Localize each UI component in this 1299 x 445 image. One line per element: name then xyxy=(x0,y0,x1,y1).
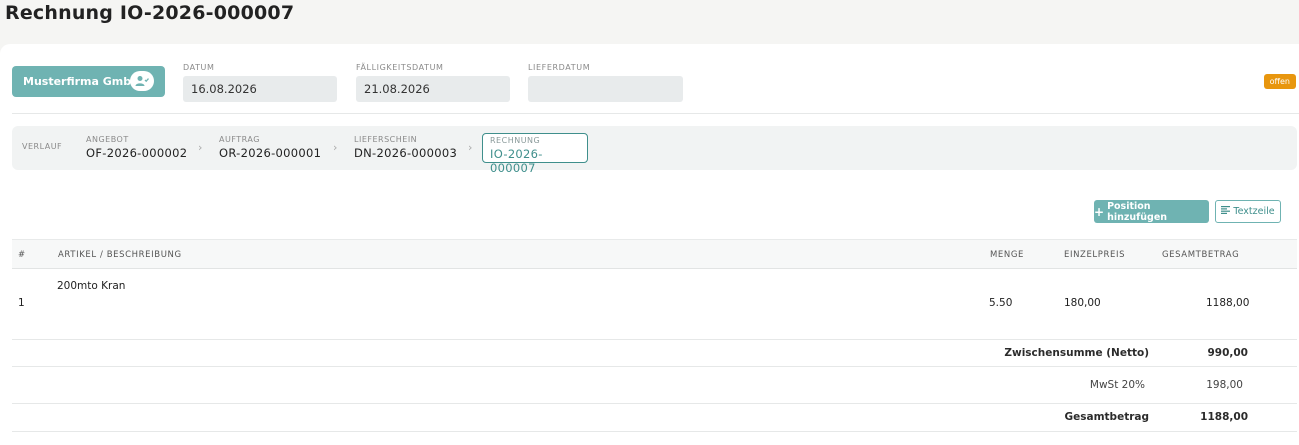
invoice-card: Musterfirma GmbH DATUM 16.08.2026 FÄLLIG… xyxy=(0,44,1299,445)
page-title: Rechnung IO-2026-000007 xyxy=(5,2,295,24)
workflow-label: VERLAUF xyxy=(22,142,63,151)
plus-icon: + xyxy=(1094,204,1105,219)
chevron-right-icon: › xyxy=(468,141,473,154)
text-line-label: Textzeile xyxy=(1233,206,1275,217)
workflow-step-label: LIEFERSCHEIN xyxy=(354,135,418,144)
tax-label: MwSt 20% xyxy=(1089,379,1145,391)
faelligkeit-label: FÄLLIGKEITSDATUM xyxy=(356,63,444,72)
row-num: 1 xyxy=(18,297,25,309)
col-article: ARTIKEL / BESCHREIBUNG xyxy=(58,250,182,260)
col-total: GESAMTBETRAG xyxy=(1162,250,1240,260)
faelligkeit-field[interactable]: 21.08.2026 xyxy=(356,76,510,102)
workflow-step-label: RECHNUNG xyxy=(490,136,541,145)
subtotal-label: Zwischensumme (Netto) xyxy=(1004,347,1149,359)
add-position-label: Position hinzufügen xyxy=(1107,200,1168,223)
workflow-step-label: AUFTRAG xyxy=(219,135,260,144)
workflow-step-value: OF-2026-000002 xyxy=(86,146,188,160)
datum-field[interactable]: 16.08.2026 xyxy=(183,76,337,102)
workflow-step-label: ANGEBOT xyxy=(86,135,129,144)
datum-label: DATUM xyxy=(183,63,215,72)
lieferdatum-field[interactable] xyxy=(528,76,683,102)
table-header: # ARTIKEL / BESCHREIBUNG MENGE EINZELPRE… xyxy=(12,239,1297,269)
grand-total-label: Gesamtbetrag xyxy=(1064,411,1149,423)
row-article[interactable]: 200mto Kran xyxy=(57,280,125,292)
text-line-button[interactable]: Textzeile xyxy=(1215,200,1281,223)
col-unit-price: EINZELPREIS xyxy=(1064,250,1126,260)
align-left-icon xyxy=(1221,206,1231,217)
chevron-right-icon: › xyxy=(333,141,338,154)
header-divider xyxy=(12,113,1299,114)
user-icon xyxy=(130,71,154,91)
tax-value: 198,00 xyxy=(1206,379,1243,391)
status-badge: offen xyxy=(1263,74,1296,89)
col-quantity: MENGE xyxy=(990,250,1025,260)
col-num: # xyxy=(18,250,26,260)
row-divider xyxy=(12,339,1297,340)
row-divider xyxy=(12,403,1297,404)
row-divider xyxy=(12,431,1297,432)
row-unit-price[interactable]: 180,00 xyxy=(1064,297,1101,309)
workflow-step-value: DN-2026-000003 xyxy=(354,146,458,160)
customer-name: Musterfirma GmbH xyxy=(23,75,141,88)
chevron-right-icon: › xyxy=(198,141,203,154)
add-position-button[interactable]: + Position hinzufügen xyxy=(1094,200,1209,223)
row-total: 1188,00 xyxy=(1206,297,1250,309)
workflow-step-value: IO-2026-000007 xyxy=(490,147,543,175)
workflow-step-value: OR-2026-000001 xyxy=(219,146,322,160)
workflow-step-rechnung[interactable]: RECHNUNG IO-2026-000007 xyxy=(482,133,588,175)
row-quantity[interactable]: 5.50 xyxy=(989,297,1012,309)
row-divider xyxy=(12,366,1297,367)
grand-total-value: 1188,00 xyxy=(1200,411,1248,423)
lieferdatum-label: LIEFERDATUM xyxy=(528,63,591,72)
customer-button[interactable]: Musterfirma GmbH xyxy=(12,66,165,97)
subtotal-value: 990,00 xyxy=(1207,347,1248,359)
workflow-bar: VERLAUF ANGEBOT OF-2026-000002 › AUFTRAG… xyxy=(12,126,1297,175)
